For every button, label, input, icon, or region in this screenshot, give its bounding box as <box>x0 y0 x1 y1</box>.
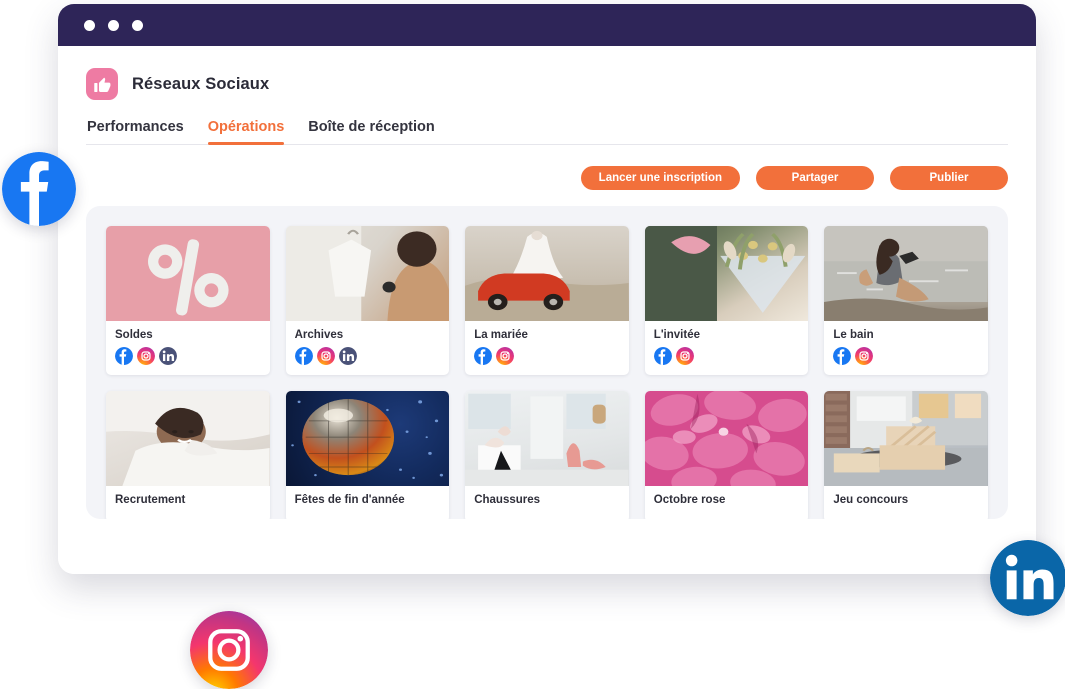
woman-photographing-at-beach-thumbnail <box>824 226 988 321</box>
campaign-card[interactable]: L'invitée <box>644 226 809 375</box>
campaign-card[interactable]: Fêtes de fin d'année <box>285 391 450 519</box>
tab-performances[interactable]: Performances <box>87 119 184 144</box>
facebook-icon[interactable] <box>833 347 852 365</box>
instagram-badge-icon <box>190 611 268 689</box>
card-meta: Fêtes de fin d'année <box>286 486 450 519</box>
publier-button[interactable]: Publier <box>890 166 1008 190</box>
card-social-icons <box>115 347 261 365</box>
window-title-bar <box>58 4 1036 46</box>
app-title: Réseaux Sociaux <box>132 74 270 93</box>
card-meta: L'invitée <box>645 321 809 375</box>
action-button-row: Lancer une inscription Partager Publier <box>86 166 1008 190</box>
campaign-card[interactable]: Jeu concours <box>824 391 988 519</box>
card-title: Recrutement <box>115 494 186 506</box>
card-title: Chaussures <box>474 494 541 506</box>
instagram-icon[interactable] <box>675 347 694 365</box>
campaign-card[interactable]: Archives <box>285 226 450 375</box>
card-title: Octobre rose <box>653 494 726 506</box>
facebook-icon[interactable] <box>653 347 672 365</box>
card-social-icons <box>653 347 800 365</box>
tab-operations[interactable]: Opérations <box>207 119 284 145</box>
main-tabs: Performances Opérations Boîte de récepti… <box>86 119 1008 145</box>
card-social-icons <box>294 347 441 365</box>
campaign-card[interactable]: Le bain <box>824 226 988 375</box>
thumbs-up-icon <box>86 68 118 100</box>
card-meta: La mariée <box>465 321 629 375</box>
card-meta: Recrutement <box>106 486 270 519</box>
linkedin-icon[interactable] <box>159 347 177 365</box>
campaign-card[interactable]: La mariée <box>465 226 629 375</box>
gift-parcels-on-doorstep-thumbnail <box>824 391 988 486</box>
card-title: Jeu concours <box>833 494 909 506</box>
campaign-card[interactable]: Octobre rose <box>644 391 809 519</box>
instagram-icon[interactable] <box>316 347 335 365</box>
facebook-icon[interactable] <box>474 347 493 365</box>
card-meta: Chaussures <box>465 486 629 519</box>
tab-boite-de-reception[interactable]: Boîte de réception <box>308 119 435 144</box>
woman-with-white-shirt-hanger-thumbnail <box>285 226 450 321</box>
card-title: Archives <box>294 329 344 341</box>
percent-sign-on-pink-thumbnail <box>106 226 270 321</box>
campaign-card[interactable]: Soldes <box>106 226 270 375</box>
window-dot-minimize[interactable] <box>108 19 119 31</box>
card-meta: Archives <box>286 321 450 375</box>
card-meta: Octobre rose <box>645 486 809 519</box>
instagram-icon[interactable] <box>855 347 874 365</box>
disco-ball-on-blue-thumbnail <box>285 391 450 486</box>
card-title: Le bain <box>833 329 874 341</box>
lancer-une-inscription-button[interactable]: Lancer une inscription <box>580 166 740 190</box>
linkedin-badge-icon <box>990 540 1065 616</box>
facebook-icon[interactable] <box>294 347 313 365</box>
instagram-icon[interactable] <box>137 347 155 365</box>
instagram-icon[interactable] <box>496 347 515 365</box>
card-title: Soldes <box>115 329 153 341</box>
card-title: L'invitée <box>653 329 700 341</box>
facebook-badge-icon <box>2 152 76 226</box>
bride-on-red-car-thumbnail <box>465 226 629 321</box>
woman-resting-on-white-bed-thumbnail <box>106 391 270 486</box>
card-meta: Le bain <box>824 321 988 375</box>
card-meta: Soldes <box>106 321 270 375</box>
card-social-icons <box>474 347 620 365</box>
window-dot-maximize[interactable] <box>132 19 143 31</box>
card-title: Fêtes de fin d'année <box>294 494 405 506</box>
window-content: Réseaux Sociaux Performances Opérations … <box>58 46 1036 574</box>
card-title: La mariée <box>474 329 528 341</box>
app-header: Réseaux Sociaux <box>86 46 1008 100</box>
partager-button[interactable]: Partager <box>756 166 874 190</box>
campaign-card[interactable]: Chaussures <box>465 391 629 519</box>
campaign-card[interactable]: Recrutement <box>106 391 270 519</box>
campaign-card-grid: Soldes Archives La mariée L'invitée Le b… <box>106 226 988 519</box>
browser-window: Réseaux Sociaux Performances Opérations … <box>58 4 1036 574</box>
linkedin-icon[interactable] <box>338 347 357 365</box>
card-meta: Jeu concours <box>824 486 988 519</box>
dried-flower-bouquet-thumbnail <box>644 226 809 321</box>
campaign-panel: Soldes Archives La mariée L'invitée Le b… <box>86 206 1008 519</box>
card-social-icons <box>833 347 979 365</box>
facebook-icon[interactable] <box>115 347 133 365</box>
window-dot-close[interactable] <box>84 19 95 31</box>
pink-hydrangea-petals-thumbnail <box>644 391 809 486</box>
shoes-in-bright-showroom-thumbnail <box>465 391 629 486</box>
